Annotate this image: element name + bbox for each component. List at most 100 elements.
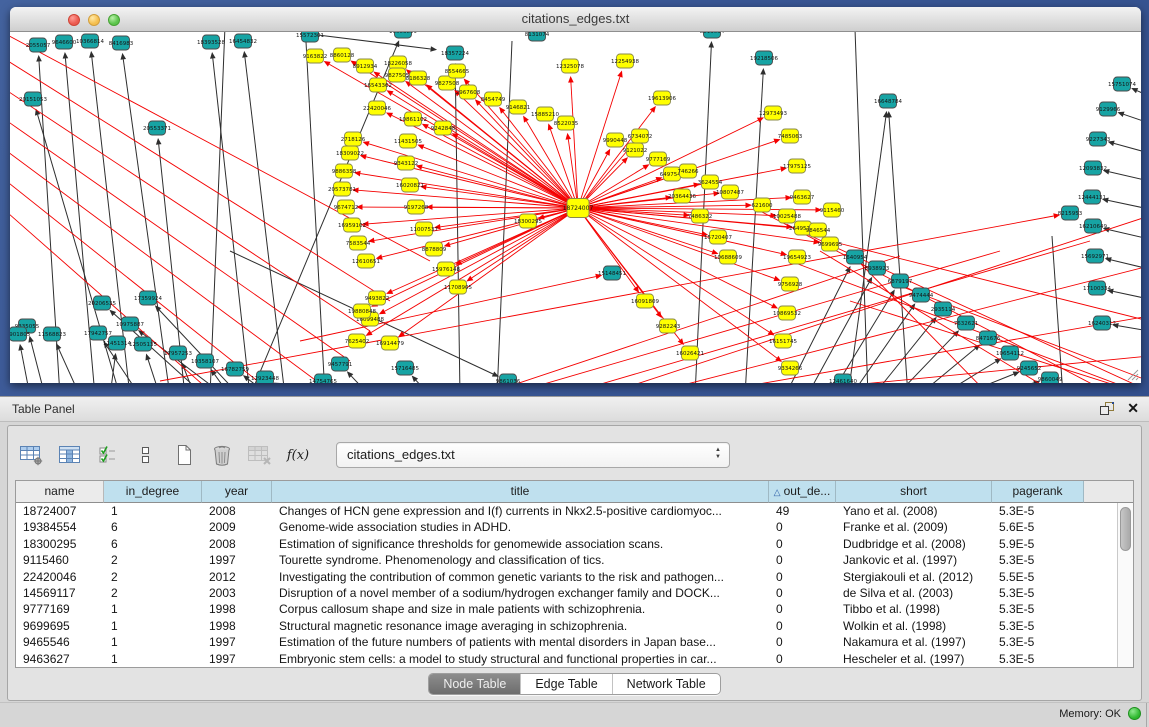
graph-node-label: 16151745 (769, 339, 797, 345)
graph-edge[interactable] (1109, 230, 1141, 239)
graph-edge[interactable] (245, 57, 285, 383)
table-row[interactable]: 1830029562008Estimation of significance … (16, 536, 1118, 552)
network-window[interactable]: citations_edges.txt 18724007916382288601… (10, 7, 1141, 383)
table-panel-header[interactable]: Table Panel ✕ (0, 396, 1149, 422)
column-header-year[interactable]: year (202, 481, 272, 503)
table-selector[interactable]: citations_edges.txt ▲▼ (336, 442, 730, 468)
graph-node-label: 9129966 (1096, 107, 1121, 113)
graph-edge[interactable] (318, 35, 431, 49)
graph-edge[interactable] (10, 116, 350, 361)
graph-edge[interactable] (1113, 291, 1141, 299)
graph-edge[interactable] (371, 208, 578, 332)
float-panel-icon[interactable] (1099, 401, 1115, 416)
show-columns-button[interactable] (56, 442, 84, 468)
graph-node-label: 9886358 (332, 169, 357, 175)
graph-edge[interactable] (1108, 200, 1141, 209)
graph-edge[interactable] (1052, 236, 1063, 383)
table-row[interactable]: 946554611997Estimation of the future num… (16, 634, 1118, 650)
graph-node-label: 12444131 (1078, 195, 1106, 201)
graph-node-label: 9756928 (778, 282, 803, 288)
new-document-button[interactable] (170, 442, 198, 468)
graph-edge[interactable] (1124, 114, 1141, 123)
column-header-name[interactable]: name (16, 481, 104, 503)
graph-edge[interactable] (578, 111, 652, 208)
graph-edge[interactable] (10, 176, 270, 383)
node-table[interactable]: namein_degreeyeartitle△out_de...shortpag… (15, 480, 1134, 668)
network-graph[interactable]: 1872400791638228860128891293418226058982… (10, 32, 1141, 383)
tab-node-table[interactable]: Node Table (429, 674, 520, 694)
graph-edge[interactable] (457, 136, 578, 208)
network-canvas[interactable]: 1872400791638228860128891293418226058982… (10, 32, 1141, 383)
tab-network-table[interactable]: Network Table (612, 674, 720, 694)
column-header-in_degree[interactable]: in_degree (104, 481, 202, 503)
graph-edge[interactable] (480, 256, 900, 383)
graph-node-label: 15885210 (531, 112, 559, 118)
column-header-short[interactable]: short (836, 481, 992, 503)
table-cell: 5.3E-5 (992, 585, 1084, 601)
edge-arrowhead (242, 51, 248, 58)
table-row[interactable]: 969969511998Structural magnetic resonanc… (16, 618, 1118, 634)
close-panel-icon[interactable]: ✕ (1127, 400, 1139, 416)
graph-edge[interactable] (250, 46, 397, 383)
graph-edge[interactable] (1109, 172, 1141, 181)
table-row[interactable]: 1938455462009Genome-wide association stu… (16, 519, 1118, 535)
table-cell: 0 (769, 601, 836, 617)
delete-table-button[interactable] (246, 442, 274, 468)
graph-edge[interactable] (959, 374, 1014, 383)
graph-edge[interactable] (148, 360, 160, 383)
graph-edge[interactable] (560, 241, 1090, 383)
graph-edge[interactable] (1137, 91, 1141, 96)
graph-edge[interactable] (351, 376, 370, 383)
graph-node-label: 9197268 (404, 205, 429, 211)
scrollbar-thumb[interactable] (1120, 507, 1131, 551)
table-row[interactable]: 1456911722003Disruption of a novel membe… (16, 585, 1118, 601)
graph-node-label: 11451314 (103, 341, 131, 347)
graph-edge[interactable] (10, 56, 390, 301)
delete-button[interactable] (208, 442, 236, 468)
table-row[interactable]: 2242004622012Investigating the contribut… (16, 569, 1118, 585)
graph-edge[interactable] (1111, 260, 1141, 269)
table-row[interactable]: 977716911998Corpus callosum shape and si… (16, 601, 1118, 617)
table-row[interactable]: 911546021997Tourette syndrome. Phenomeno… (16, 552, 1118, 568)
graph-node-label: 9227343 (1086, 137, 1111, 143)
table-cell: 0 (769, 634, 836, 650)
function-builder-button[interactable]: f(x) (284, 442, 312, 468)
graph-edge[interactable] (21, 350, 30, 383)
graph-edge[interactable] (31, 342, 45, 383)
table-scrollbar[interactable] (1117, 503, 1133, 667)
clear-selection-button[interactable] (132, 442, 160, 468)
graph-edge[interactable] (1114, 143, 1141, 153)
table-cell: 0 (769, 651, 836, 667)
graph-edge[interactable] (455, 69, 460, 383)
graph-edge[interactable] (416, 380, 430, 383)
graph-edge[interactable] (369, 144, 578, 208)
graph-node-label: 20151053 (19, 97, 47, 103)
table-row[interactable]: 946362711997Embryonic stem cells: a mode… (16, 651, 1118, 667)
graph-node-label: 3624554 (698, 180, 723, 186)
graph-edge[interactable] (59, 349, 80, 383)
graph-edge[interactable] (1118, 326, 1141, 331)
graph-edge[interactable] (940, 362, 996, 383)
table-row[interactable]: 1872400712008Changes of HCN gene express… (16, 503, 1118, 519)
column-header-title[interactable]: title (272, 481, 769, 503)
graph-edge[interactable] (305, 32, 325, 383)
network-window-titlebar[interactable]: citations_edges.txt (10, 7, 1141, 32)
graph-edge[interactable] (600, 216, 1141, 383)
graph-edge[interactable] (873, 322, 933, 383)
resize-grip-icon[interactable] (1123, 365, 1139, 381)
column-header-pagerank[interactable]: pagerank (992, 481, 1084, 503)
graph-edge[interactable] (571, 82, 578, 208)
graph-node-label: 16240312 (1088, 321, 1116, 327)
graph-edge[interactable] (123, 59, 170, 383)
graph-edge[interactable] (213, 58, 250, 383)
table-cell: 9463627 (16, 651, 104, 667)
tab-edge-table[interactable]: Edge Table (520, 674, 611, 694)
select-all-button[interactable] (94, 442, 122, 468)
graph-node-label: 16648784 (874, 99, 902, 105)
column-header-out_de[interactable]: △out_de... (769, 481, 836, 503)
graph-edge[interactable] (210, 32, 225, 383)
graph-edge[interactable] (889, 117, 908, 383)
table-settings-button[interactable] (18, 442, 46, 468)
graph-node-label: 17100334 (1083, 286, 1111, 292)
graph-edge[interactable] (10, 86, 370, 331)
